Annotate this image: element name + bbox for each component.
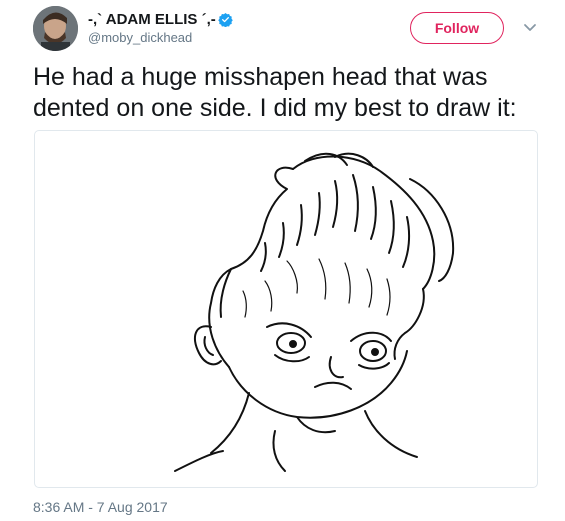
avatar-photo [33,6,78,51]
chevron-down-icon[interactable] [522,22,538,34]
tweet-text-line-2: dented on one side. I did my best to dra… [33,94,517,122]
avatar[interactable] [33,6,78,51]
tweet-card: -,` ADAM ELLIS ´,- @moby_dickhead Follow… [0,0,565,521]
tweet-text-line-1: He had a huge misshapen head that was [33,63,488,91]
user-handle[interactable]: @moby_dickhead [88,30,192,45]
tweet-media-image[interactable] [34,130,538,488]
verified-badge-icon [218,12,233,27]
display-name[interactable]: -,` ADAM ELLIS ´,- [88,11,216,28]
tweet-timestamp[interactable]: 8:36 AM - 7 Aug 2017 [33,499,168,515]
follow-button[interactable]: Follow [410,12,504,44]
tweet-text: He had a huge misshapen head that was de… [33,62,553,124]
display-name-row[interactable]: -,` ADAM ELLIS ´,- [88,10,233,28]
head-drawing-illustration [174,152,455,472]
